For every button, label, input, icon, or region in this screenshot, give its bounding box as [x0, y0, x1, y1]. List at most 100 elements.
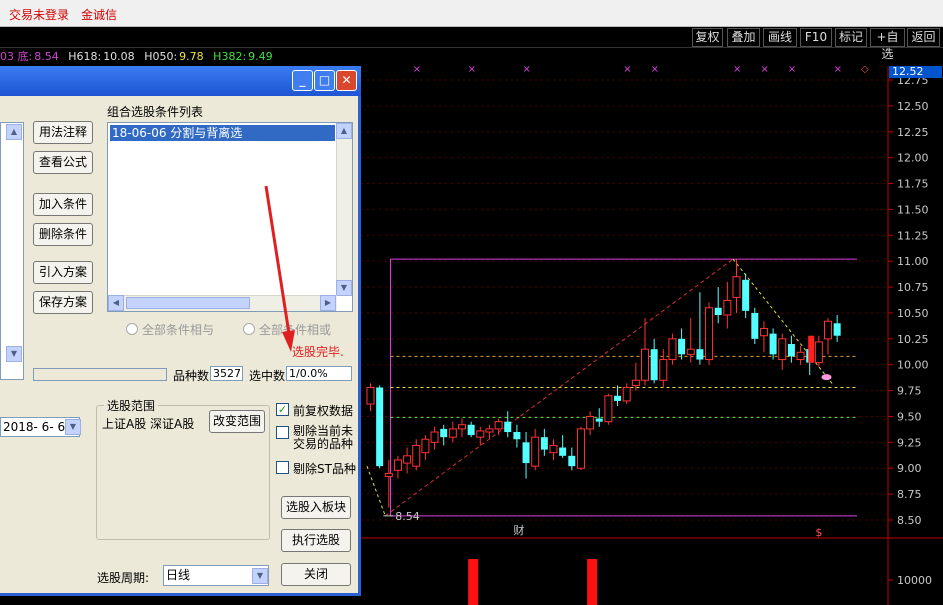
draw-line-button[interactable]: 画线	[763, 28, 797, 47]
candle-body	[814, 341, 823, 364]
volume-tick-label: 10000	[897, 574, 932, 587]
broker-name[interactable]: 金诚信	[81, 6, 117, 23]
kline-chart[interactable]: 12.7512.5012.2512.0011.7511.5011.2511.00…	[361, 66, 943, 605]
scroll-left-icon[interactable]: ◀	[108, 295, 124, 311]
candle-body	[494, 421, 503, 430]
h382-value: 9.49	[248, 50, 273, 63]
period-dropdown-icon[interactable]: ▼	[252, 568, 268, 584]
candle-body	[778, 338, 787, 361]
radio-and[interactable]	[126, 323, 138, 335]
signal-marker: ×	[523, 66, 531, 75]
checkbox-exclude-untraded-label: 剔除当前未交易的品种	[293, 424, 354, 451]
price-tick-label: 10.25	[897, 333, 929, 346]
scroll-down-icon[interactable]: ▼	[6, 346, 22, 362]
signal-marker: ×	[468, 66, 476, 75]
maximize-icon[interactable]: □	[314, 70, 335, 91]
checkbox-forward-adjust-label: 前复权数据	[293, 404, 354, 418]
condition-list-hscroll[interactable]: ◀ ▶	[108, 295, 337, 311]
save-plan-button[interactable]: 保存方案	[33, 291, 93, 314]
top-status-bar: 交易未登录 金诚信	[0, 0, 943, 27]
execute-screening-button[interactable]: 执行选股	[281, 529, 351, 552]
screening-done-text: 选股完毕.	[292, 345, 344, 359]
volume-bar	[468, 559, 479, 605]
candle-body	[476, 430, 485, 438]
highlight-candle	[808, 335, 815, 363]
candle-body	[485, 428, 494, 433]
dialog-titlebar[interactable]: _ □ ✕	[0, 66, 361, 96]
low-value: 8.54	[34, 50, 59, 63]
checkbox-exclude-untraded[interactable]	[276, 426, 289, 439]
candle-body	[668, 338, 677, 361]
candle-body	[732, 276, 741, 298]
usage-note-button[interactable]: 用法注释	[33, 121, 93, 144]
selected-value: 1/0.0%	[286, 366, 352, 381]
candle-body	[659, 359, 668, 381]
condition-list-vscroll[interactable]: ▲ ▼	[336, 123, 352, 296]
checkbox-exclude-st-label: 剔除ST品种	[293, 462, 356, 476]
low-annotation-label: 8.54	[395, 510, 420, 523]
import-plan-button[interactable]: 引入方案	[33, 261, 93, 284]
period-label: 选股周期:	[97, 571, 150, 585]
price-tick-label: 11.00	[897, 255, 929, 268]
close-button[interactable]: 关闭	[281, 563, 351, 586]
candle-body	[467, 424, 475, 436]
scroll-up-icon[interactable]: ▲	[6, 124, 22, 140]
candle-body	[705, 307, 714, 361]
add-favorite-button[interactable]: +自选	[870, 28, 905, 61]
range-value: 上证A股 深证A股	[102, 417, 195, 431]
candle-body	[376, 387, 384, 467]
back-button[interactable]: 返回	[907, 28, 940, 47]
candle-body	[631, 379, 640, 386]
range-group-label: 选股范围	[104, 397, 159, 414]
candle-body	[604, 395, 613, 423]
close-icon[interactable]: ✕	[336, 70, 357, 91]
price-tick-label: 10.75	[897, 281, 929, 294]
stock-screener-dialog: _ □ ✕ ▲ ▼ 用法注释 查看公式 加入条件 删除条件 引入方案 保存方案 …	[0, 66, 361, 596]
candle-body	[504, 421, 512, 432]
candle-body	[833, 323, 841, 336]
period-value: 日线	[166, 568, 191, 582]
login-status[interactable]: 交易未登录	[9, 6, 69, 23]
candle-body	[403, 455, 412, 464]
signal-marker: ×	[834, 66, 842, 75]
hscroll-thumb[interactable]	[126, 297, 250, 309]
candle-body	[586, 415, 595, 430]
candle-body	[366, 386, 375, 405]
candle-body	[595, 418, 603, 422]
f10-button[interactable]: F10	[800, 28, 832, 47]
candle-body	[384, 472, 393, 478]
mark-button[interactable]: 标记	[835, 28, 867, 47]
add-condition-button[interactable]: 加入条件	[33, 193, 93, 216]
price-tick-label: 12.50	[897, 100, 929, 113]
candle-body	[576, 428, 585, 469]
condition-list-label: 组合选股条件列表	[107, 105, 204, 119]
view-formula-button[interactable]: 查看公式	[33, 151, 93, 174]
scroll-right-icon[interactable]: ▶	[320, 295, 336, 311]
price-tick-label: 10.50	[897, 307, 929, 320]
minimize-icon[interactable]: _	[292, 70, 313, 91]
date-dropdown-icon[interactable]: ▼	[65, 419, 81, 435]
candle-body	[759, 327, 768, 337]
selected-label: 选中数	[249, 369, 286, 383]
candle-body	[751, 312, 759, 339]
trend-line-left	[366, 465, 386, 517]
price-tick-label: 9.50	[897, 410, 922, 423]
fuquan-button[interactable]: 复权	[692, 28, 723, 47]
candle-body	[742, 279, 750, 311]
price-tick-label: 8.75	[897, 488, 922, 501]
current-price-label: 12.52	[892, 66, 924, 78]
condition-list[interactable]: 18-06-06 分割与背离选 ▲ ▼ ◀ ▶	[107, 122, 353, 312]
scroll-up-icon[interactable]: ▲	[336, 123, 352, 139]
radio-or[interactable]	[243, 323, 255, 335]
change-range-button[interactable]: 改变范围	[209, 410, 265, 433]
overlay-button[interactable]: 叠加	[727, 28, 760, 47]
checkbox-forward-adjust[interactable]: ✓	[276, 403, 289, 416]
formula-tree[interactable]	[0, 122, 24, 380]
delete-condition-button[interactable]: 删除条件	[33, 223, 93, 246]
candle-body	[824, 320, 832, 340]
scroll-down-icon[interactable]: ▼	[336, 280, 352, 296]
checkbox-exclude-st[interactable]	[276, 461, 289, 474]
add-to-block-button[interactable]: 选股入板块	[281, 496, 351, 519]
date-value: 2018- 6- 6	[3, 420, 66, 434]
condition-item[interactable]: 18-06-06 分割与背离选	[110, 125, 335, 141]
